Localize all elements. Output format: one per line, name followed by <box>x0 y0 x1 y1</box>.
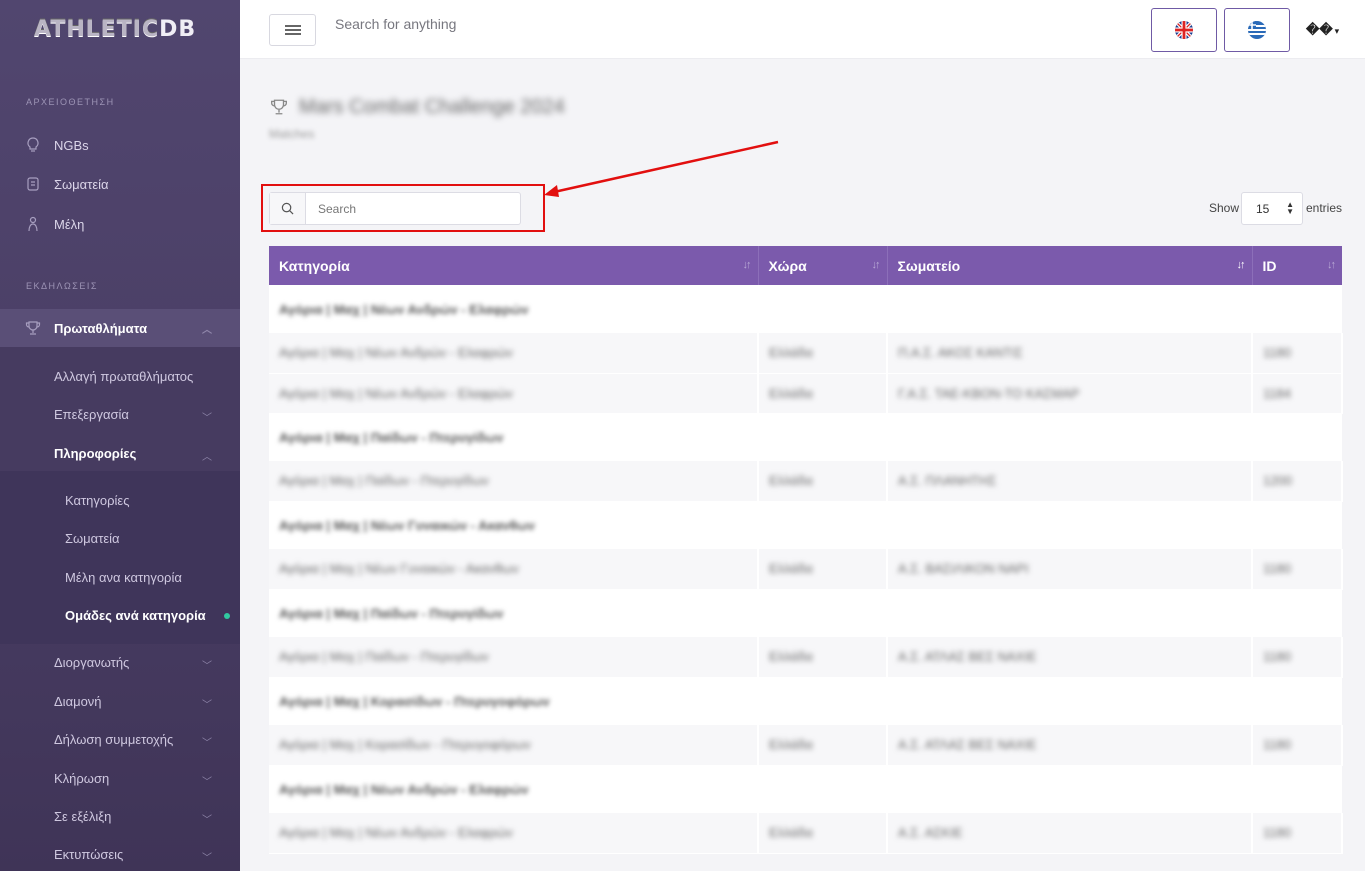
column-header-club[interactable]: Σωματείο ↓↑ <box>887 246 1253 285</box>
sidebar-item-in-progress[interactable]: Σε εξέλιξη <box>54 809 111 824</box>
table-row[interactable]: Αγόρια | Μαχ | Παίδων - Πτερυγίδων Ελλάδ… <box>269 637 1343 678</box>
column-header-country[interactable]: Χώρα ↓↑ <box>758 246 888 285</box>
submenu-members-per-category[interactable]: Μέλη ανα κατηγορία <box>65 570 182 585</box>
trophy-icon <box>269 98 289 121</box>
table-row[interactable]: Αγόρια | Μαχ | Νέων Ανδρών - Ελαφρών Ελλ… <box>269 333 1343 374</box>
sidebar-item-clubs[interactable]: Σωματεία <box>0 174 240 194</box>
brand-logo[interactable]: ATHLETIC DB <box>0 0 240 58</box>
entries-label: entries <box>1306 201 1343 215</box>
table-row[interactable]: Αγόρια | Μαχ | Παίδων - Πτερυγίδων Ελλάδ… <box>269 461 1343 502</box>
submenu-edit[interactable]: Επεξεργασία <box>54 407 129 422</box>
sidebar-item-championships[interactable]: Πρωταθλήματα ︿ <box>0 309 240 347</box>
submenu-change-championship[interactable]: Αλλαγή πρωταθλήματος <box>54 369 193 384</box>
sidebar-item-members[interactable]: Μέλη <box>0 214 240 234</box>
chevron-down-icon: ﹀ <box>202 661 212 672</box>
greek-flag-icon <box>1248 21 1266 39</box>
sidebar-item-draw[interactable]: Κλήρωση <box>54 771 109 786</box>
page-subtitle: Matches <box>269 127 315 141</box>
chevron-down-icon: ﹀ <box>202 815 212 826</box>
club-icon <box>25 176 41 192</box>
table-header-row: Κατηγορία ↓↑ Χώρα ↓↑ Σωματείο ↓↑ ID ↓↑ <box>269 246 1342 285</box>
chevron-down-icon: ﹀ <box>202 738 212 749</box>
annotation-arrow <box>544 140 779 197</box>
submenu-categories[interactable]: Κατηγορίες <box>65 493 129 508</box>
sort-ascending-icon: ↓↑ <box>1236 259 1246 271</box>
table-row[interactable]: Αγόρια | Μαχ | Νέων Ανδρών - Ελαφρών Ελλ… <box>269 813 1343 854</box>
chevron-up-icon: ︿ <box>202 452 212 463</box>
group-header-row: Αγόρια | Μαχ | Νέων Ανδρών - Ελαφρών <box>269 285 1342 333</box>
entries-select[interactable]: 15 ▲ ▼ <box>1241 192 1303 225</box>
user-menu[interactable]: �� ▾ <box>1306 22 1339 38</box>
uk-flag-icon <box>1175 21 1193 39</box>
submenu-clubs[interactable]: Σωματεία <box>65 531 120 546</box>
topbar: Search for anything �� ▾ <box>240 0 1365 59</box>
submenu-teams-per-category[interactable]: Ομάδες ανά κατηγορία <box>65 608 206 623</box>
sort-icon: ↓↑ <box>1327 259 1336 271</box>
chevron-down-icon: ﹀ <box>202 413 212 424</box>
group-header-row: Αγόρια | Μαχ | Παίδων - Πτερυγίδων <box>269 413 1342 461</box>
group-header-row: Αγόρια | Μαχ | Κορασίδων - Πτερυγοφόρων <box>269 677 1342 725</box>
chevron-down-icon: ﹀ <box>202 777 212 788</box>
submenu-info[interactable]: Πληροφορίες <box>54 446 136 461</box>
active-indicator-dot <box>224 613 230 619</box>
sort-icon: ↓↑ <box>871 259 881 271</box>
show-label: Show <box>1209 201 1240 215</box>
language-english-button[interactable] <box>1151 8 1217 52</box>
menu-toggle-button[interactable] <box>269 14 316 46</box>
chevron-up-icon: ︿ <box>202 324 212 336</box>
sort-icon: ↓↑ <box>742 259 752 271</box>
annotation-highlight-box <box>261 184 545 232</box>
teams-table: Κατηγορία ↓↑ Χώρα ↓↑ Σωματείο ↓↑ ID ↓↑ Αγόρι… <box>269 246 1343 854</box>
chevron-down-icon: ﹀ <box>202 853 212 864</box>
table-row[interactable]: Αγόρια | Μαχ | Νέων Γυναικών - Ακανθων Ε… <box>269 549 1343 590</box>
sidebar-item-accommodation[interactable]: Διαμονή <box>54 694 102 709</box>
sidebar-item-organizer[interactable]: Διοργανωτής <box>54 655 129 670</box>
section-label-events: ΕΚΔΗΛΩΣΕΙΣ <box>26 281 98 291</box>
section-label-archive: ΑΡΧΕΙΟΘΕΤΗΣΗ <box>26 97 115 107</box>
hamburger-icon <box>284 29 301 31</box>
page-title: Mars Combat Challenge 2024 <box>299 96 565 118</box>
group-header-row: Αγόρια | Μαχ | Παίδων - Πτερυγίδων <box>269 589 1342 637</box>
sidebar-item-registration[interactable]: Δήλωση συμμετοχής <box>54 732 173 747</box>
sidebar: ATHLETIC DB ΑΡΧΕΙΟΘΕΤΗΣΗ NGBs Σωματεία Μέ… <box>0 0 240 871</box>
table-row[interactable]: Αγόρια | Μαχ | Κορασίδων - Πτερυγοφόρων … <box>269 725 1343 766</box>
trophy-icon <box>25 320 41 336</box>
group-header-row: Αγόρια | Μαχ | Νέων Ανδρών - Ελαφρών <box>269 765 1342 813</box>
group-header-row: Αγόρια | Μαχ | Νέων Γυναικών - Ακανθων <box>269 501 1342 549</box>
lightbulb-icon <box>25 137 41 153</box>
sidebar-item-prints[interactable]: Εκτυπώσεις <box>54 847 123 862</box>
language-greek-button[interactable] <box>1224 8 1290 52</box>
column-header-category[interactable]: Κατηγορία ↓↑ <box>269 246 759 285</box>
chevron-down-icon: ▾ <box>1334 26 1340 36</box>
chevron-down-icon: ﹀ <box>202 700 212 711</box>
table-row[interactable]: Αγόρια | Μαχ | Νέων Ανδρών - Ελαφρών Ελλ… <box>269 373 1343 414</box>
column-header-id[interactable]: ID ↓↑ <box>1252 246 1342 285</box>
select-arrows-icon: ▲ ▼ <box>1286 200 1294 216</box>
athlete-icon <box>25 216 41 232</box>
global-search[interactable]: Search for anything <box>335 16 456 32</box>
sidebar-item-ngbs[interactable]: NGBs <box>0 135 240 155</box>
